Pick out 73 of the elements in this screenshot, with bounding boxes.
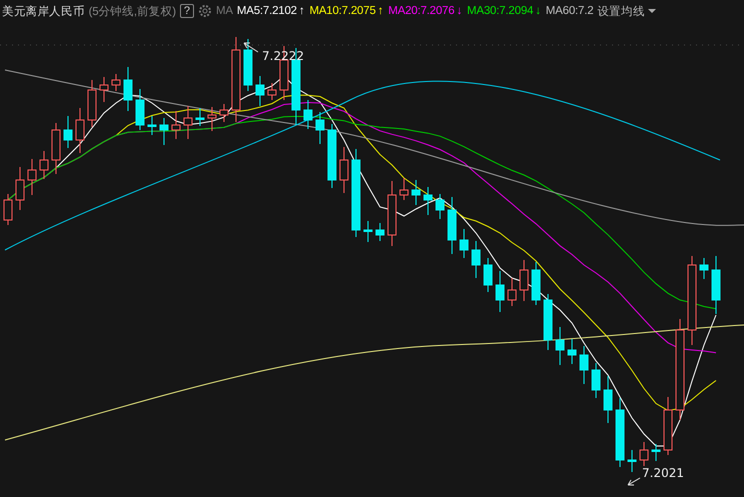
ma-label: MA	[216, 5, 233, 17]
leader-line	[244, 42, 258, 52]
settings-icon[interactable]	[198, 4, 212, 18]
candlestick	[268, 82, 276, 100]
candlestick	[40, 150, 48, 180]
candlestick	[544, 294, 552, 350]
chart-title: 美元离岸人民币	[2, 4, 85, 18]
candlestick	[700, 258, 708, 280]
candlestick	[436, 194, 444, 220]
candlestick	[208, 106, 216, 132]
candlestick	[184, 106, 192, 140]
candlestick	[304, 100, 312, 130]
candlestick	[256, 76, 264, 106]
candlestick	[424, 186, 432, 216]
candlestick	[76, 108, 84, 154]
candlestick	[16, 166, 24, 210]
candlestick	[220, 104, 228, 122]
candlestick	[604, 376, 612, 424]
ma-value: MA10:7.2075	[309, 5, 376, 17]
candlestick	[580, 346, 588, 384]
candlestick	[316, 112, 324, 144]
candlestick	[160, 118, 168, 146]
candlestick	[532, 262, 540, 306]
trend-arrow: ↓	[535, 5, 541, 17]
candlestick	[592, 362, 600, 398]
candlestick	[64, 116, 72, 148]
candlestick	[640, 442, 648, 466]
candlestick	[448, 196, 456, 254]
help-button[interactable]: ?	[180, 4, 194, 18]
candlestick	[4, 194, 12, 226]
candlestick	[172, 110, 180, 140]
candlestick	[388, 180, 396, 246]
candlestick	[556, 326, 564, 366]
candlestick	[88, 80, 96, 128]
candlestick	[460, 228, 468, 258]
candlestick	[376, 222, 384, 242]
candlestick	[616, 398, 624, 468]
candlestick	[100, 76, 108, 102]
trend-arrow: ↑	[378, 5, 384, 17]
candlestick	[196, 108, 204, 126]
chart-period: (5分钟线,前复权)	[88, 4, 176, 18]
candlestick	[136, 88, 144, 130]
candlestick	[28, 158, 36, 196]
candlestick	[712, 256, 720, 314]
ma-value: MA60:7.2	[546, 5, 594, 17]
candlestick	[244, 38, 252, 92]
candlestick	[472, 240, 480, 278]
candlestick	[568, 338, 576, 364]
trend-arrow: ↓	[456, 5, 462, 17]
candlestick	[412, 180, 420, 206]
candlestick	[400, 178, 408, 200]
candlestick	[496, 270, 504, 312]
candlestick	[664, 396, 672, 456]
candlestick	[364, 220, 372, 242]
candlestick	[508, 278, 516, 306]
candlestick	[148, 116, 156, 136]
ma-settings-button[interactable]: 设置均线	[597, 4, 656, 18]
ma-value: MA20:7.2076	[388, 5, 454, 17]
candlestick	[520, 260, 528, 302]
candlestick	[124, 66, 132, 112]
leader-line	[628, 478, 640, 486]
ma-value: MA5:7.2102	[236, 5, 297, 17]
candlestick	[340, 146, 348, 194]
caret-icon	[648, 8, 656, 14]
candlestick	[652, 444, 660, 462]
candlestick	[52, 122, 60, 174]
candlestick	[484, 258, 492, 292]
ma-value: MA30:7.2094	[467, 5, 534, 17]
trend-arrow: ↑	[298, 5, 304, 17]
candlestick	[328, 124, 336, 188]
low-price-label: 7.2021	[642, 466, 684, 480]
candlestick	[628, 450, 636, 472]
candlestick	[112, 74, 120, 92]
